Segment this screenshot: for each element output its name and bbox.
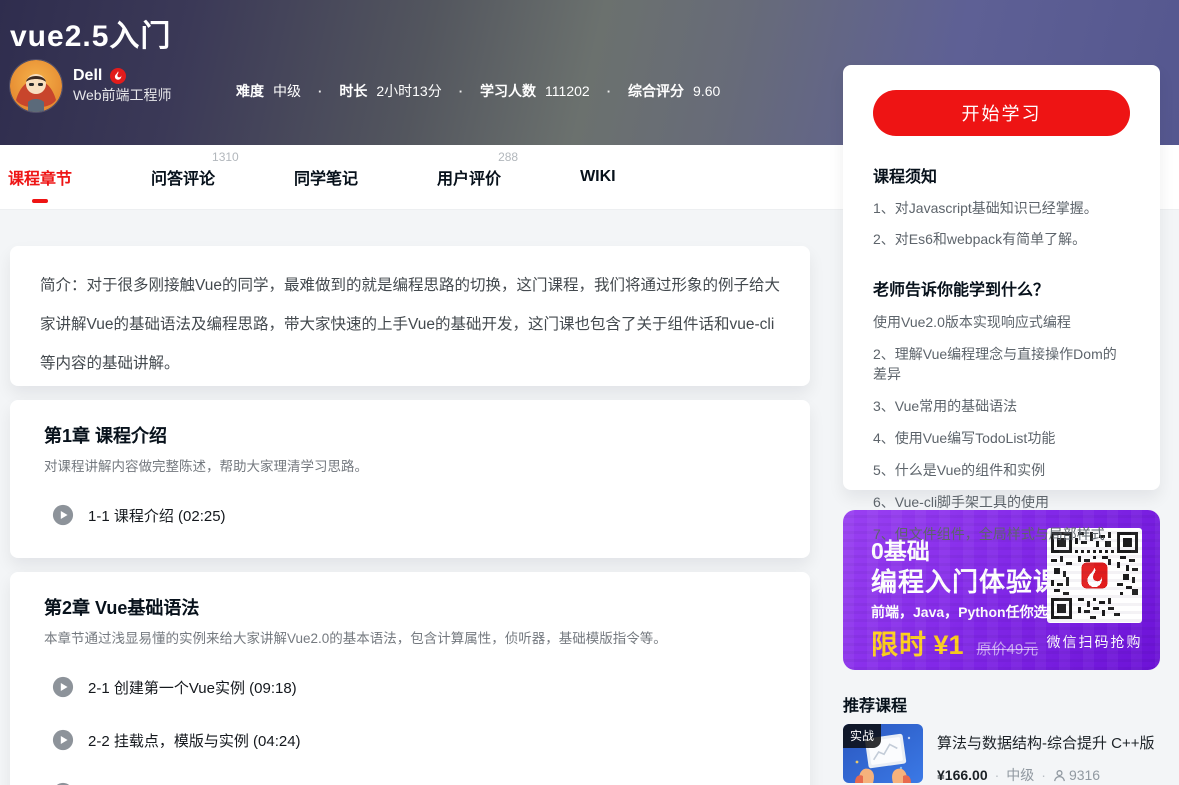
- avatar[interactable]: [10, 60, 62, 112]
- chapter-1-card: 第1章 课程介绍 对课程讲解内容做完整陈述，帮助大家理清学习思路。 1-1 课程…: [10, 400, 810, 558]
- chapter-description: 对课程讲解内容做完整陈述，帮助大家理清学习思路。: [44, 455, 774, 475]
- tab-label: 同学笔记: [294, 171, 358, 188]
- lesson-row[interactable]: 1-1 课程介绍 (02:25): [52, 504, 774, 526]
- instructor-name[interactable]: Dell: [73, 67, 102, 85]
- tab-chapters[interactable]: 课程章节: [8, 165, 72, 189]
- course-page: vue2.5入门: [0, 0, 1179, 785]
- stat-value: 2小时13分: [376, 81, 441, 101]
- course-student-count: 9316: [1069, 767, 1100, 783]
- learn-item: 6、Vue-cli脚手架工具的使用: [873, 492, 1130, 512]
- main-content: 简介：对于很多刚接触Vue的同学，最难做到的就是编程思路的切换，这门课程，我们将…: [10, 246, 810, 785]
- qr-code-image: [1051, 532, 1138, 619]
- learn-item: 7、但文件组件，全局样式与局部样式: [873, 524, 1130, 544]
- avatar-image: [10, 60, 62, 112]
- tab-label: WIKI: [580, 168, 616, 185]
- active-tab-underline: [32, 199, 48, 203]
- recommended-course-thumbnail: 实战: [843, 724, 923, 783]
- play-icon: [52, 504, 74, 526]
- chapter-title: 第2章 Vue基础语法: [44, 594, 774, 620]
- lesson-title: 2-1 创建第一个Vue实例 (09:18): [88, 677, 297, 698]
- promo-line-3: 前端，Java，Python任你选！: [871, 602, 1062, 622]
- person-icon: [1053, 769, 1066, 782]
- course-info-card: 开始学习 课程须知 1、对Javascript基础知识已经掌握。 2、对Es6和…: [843, 65, 1160, 490]
- instructor-block[interactable]: Dell Web前端工程师: [10, 60, 172, 112]
- tab-qa-comments[interactable]: 问答评论 1310: [151, 165, 215, 189]
- lesson-list: 1-1 课程介绍 (02:25): [44, 504, 774, 526]
- meta-separator: ·: [1041, 767, 1046, 783]
- learn-list: 使用Vue2.0版本实现响应式编程 2、理解Vue编程理念与直接操作Dom的差异…: [873, 312, 1130, 544]
- lesson-row[interactable]: 2-1 创建第一个Vue实例 (09:18): [52, 676, 774, 698]
- recommend-heading: 推荐课程: [843, 692, 907, 716]
- chapter-2-card: 第2章 Vue基础语法 本章节通过浅显易懂的实例来给大家讲解Vue2.0的基本语…: [10, 572, 810, 785]
- lesson-list: 2-1 创建第一个Vue实例 (09:18) 2-2 挂载点，模版与实例 (04…: [44, 676, 774, 785]
- learn-heading: 老师告诉你能学到什么？: [873, 276, 1130, 300]
- chapter-title: 第1章 课程介绍: [44, 422, 774, 448]
- stat-value: 中级: [273, 81, 301, 101]
- recommended-course-row[interactable]: 实战 算法与数据结构-综合提升 C++版 ¥166.00 · 中级 · 9316: [843, 724, 1160, 785]
- promo-price-label: 限时: [871, 630, 927, 660]
- stat-separator: ·: [459, 84, 463, 99]
- stat-label: 学习人数: [480, 81, 536, 101]
- tab-count-badge: 1310: [212, 150, 239, 164]
- stat-separator: ·: [607, 84, 611, 99]
- notice-item: 2、对Es6和webpack有简单了解。: [873, 229, 1130, 249]
- learn-item: 2、理解Vue编程理念与直接操作Dom的差异: [873, 344, 1130, 384]
- tab-wiki[interactable]: WIKI: [580, 168, 616, 186]
- course-stats: 难度 中级 · 时长 2小时13分 · 学习人数 111202 · 综合评分 9…: [236, 81, 720, 101]
- stat-label: 时长: [339, 81, 367, 101]
- course-intro-text: 简介：对于很多刚接触Vue的同学，最难做到的就是编程思路的切换，这门课程，我们将…: [40, 266, 780, 383]
- learn-item: 5、什么是Vue的组件和实例: [873, 460, 1130, 480]
- promo-original-price: 原价49元: [977, 638, 1039, 659]
- instructor-role: Web前端工程师: [73, 87, 172, 103]
- notice-item: 1、对Javascript基础知识已经掌握。: [873, 198, 1130, 218]
- play-icon: [52, 676, 74, 698]
- lesson-row[interactable]: 2-2 挂载点，模版与实例 (04:24): [52, 729, 774, 751]
- stat-value: 111202: [545, 83, 590, 99]
- promo-line-2: 编程入门体验课: [871, 562, 1060, 599]
- chapter-description: 本章节通过浅显易懂的实例来给大家讲解Vue2.0的基本语法，包含计算属性，侦听器…: [44, 627, 774, 647]
- tab-label: 用户评价: [437, 171, 501, 188]
- tab-reviews[interactable]: 用户评价 288: [437, 165, 501, 189]
- course-price: ¥166.00: [937, 767, 988, 783]
- course-type-badge: 实战: [843, 724, 881, 748]
- tab-count-badge: 288: [498, 150, 518, 164]
- notice-heading: 课程须知: [873, 163, 1130, 187]
- instructor-meta: Dell Web前端工程师: [73, 67, 172, 105]
- recommended-course-meta: ¥166.00 · 中级 · 9316: [937, 765, 1155, 785]
- qr-caption: 微信扫码抢购: [1042, 632, 1147, 652]
- play-icon: [52, 729, 74, 751]
- recommended-course-title: 算法与数据结构-综合提升 C++版: [937, 732, 1155, 753]
- stat-separator: ·: [318, 84, 322, 99]
- lecturer-flame-badge-icon: [110, 68, 126, 84]
- learn-item: 3、Vue常用的基础语法: [873, 396, 1130, 416]
- tab-label: 问答评论: [151, 171, 215, 188]
- course-level: 中级: [1006, 765, 1034, 785]
- page-title: vue2.5入门: [10, 11, 171, 55]
- course-intro-card: 简介：对于很多刚接触Vue的同学，最难做到的就是编程思路的切换，这门课程，我们将…: [10, 246, 810, 386]
- lesson-title: 1-1 课程介绍 (02:25): [88, 505, 226, 526]
- learn-item: 使用Vue2.0版本实现响应式编程: [873, 312, 1130, 332]
- stat-value: 9.60: [693, 83, 720, 99]
- promo-price: ¥1: [933, 630, 963, 660]
- tab-label: 课程章节: [8, 171, 72, 188]
- start-learning-button[interactable]: 开始学习: [873, 90, 1130, 136]
- stat-label: 难度: [236, 81, 264, 101]
- promo-price-row: 限时 ¥1 原价49元: [871, 623, 1038, 662]
- recommended-course-info: 算法与数据结构-综合提升 C++版 ¥166.00 · 中级 · 9316: [937, 724, 1155, 785]
- stat-label: 综合评分: [628, 81, 684, 101]
- lesson-title: 2-2 挂载点，模版与实例 (04:24): [88, 730, 301, 751]
- meta-separator: ·: [995, 767, 1000, 783]
- learn-item: 4、使用Vue编写TodoList功能: [873, 428, 1130, 448]
- notice-list: 1、对Javascript基础知识已经掌握。 2、对Es6和webpack有简单…: [873, 198, 1130, 249]
- tab-notes[interactable]: 同学笔记: [294, 165, 358, 189]
